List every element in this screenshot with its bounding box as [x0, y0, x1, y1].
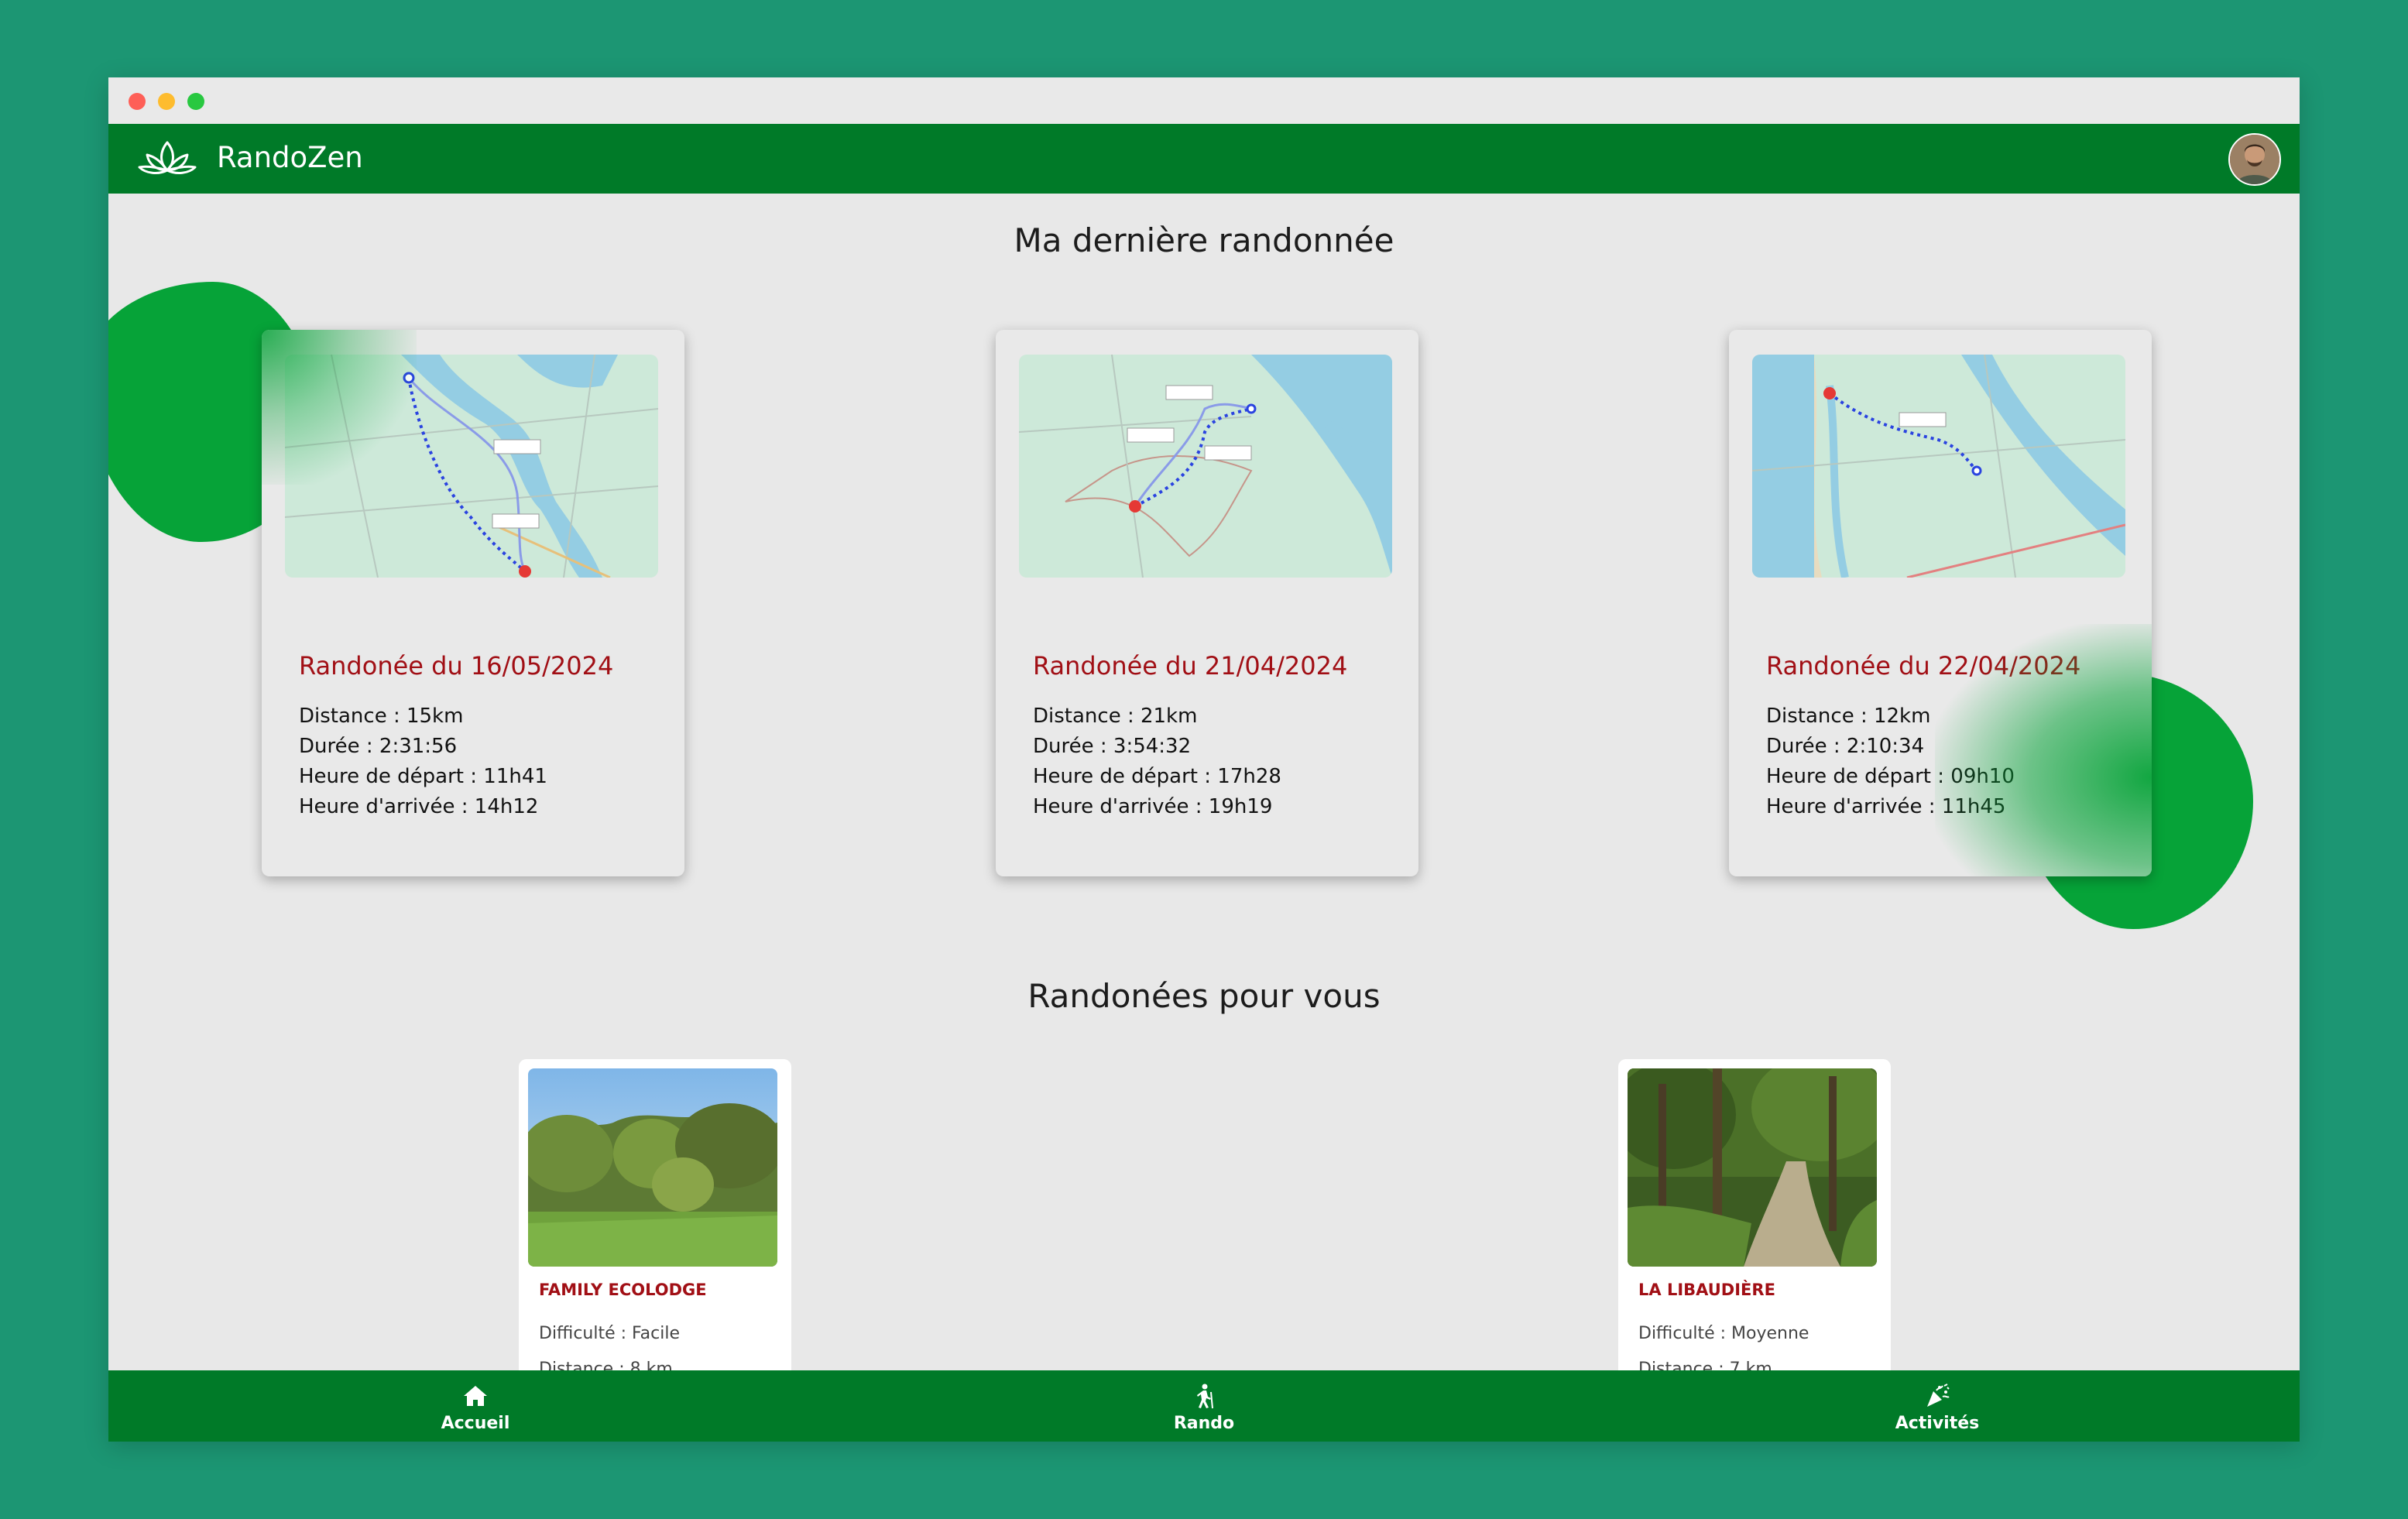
- trail-difficulty: Difficulté : Moyenne: [1638, 1324, 1809, 1343]
- hike-departure: Heure de départ : 11h41: [299, 765, 547, 788]
- home-icon: [464, 1386, 487, 1406]
- nav-activites[interactable]: Activités: [1860, 1383, 2015, 1433]
- recommendation-card[interactable]: FAMILY ECOLODGE Difficulté : Facile Dist…: [519, 1059, 791, 1384]
- app-window: RandoZen Ma dernière randonnée Randonée …: [108, 77, 2300, 1442]
- app-header: RandoZen: [108, 124, 2300, 194]
- route-map[interactable]: [1752, 355, 2125, 578]
- window-titlebar: [108, 77, 2300, 124]
- nav-label: Rando: [1173, 1414, 1235, 1433]
- hike-title: Randonée du 16/05/2024: [299, 651, 614, 681]
- nav-label: Activités: [1895, 1414, 1980, 1433]
- bottom-navigation: Accueil Rando Activités: [108, 1370, 2300, 1442]
- nav-accueil[interactable]: Accueil: [398, 1383, 553, 1433]
- close-window-button[interactable]: [129, 93, 146, 110]
- hiker-icon: [1197, 1384, 1213, 1409]
- minimize-window-button[interactable]: [158, 93, 175, 110]
- hike-card[interactable]: Randonée du 22/04/2024 Distance : 12km D…: [1729, 330, 2152, 876]
- hike-departure: Heure de départ : 17h28: [1033, 765, 1281, 788]
- decorative-glow: [262, 330, 417, 485]
- party-icon: [1927, 1384, 1950, 1407]
- nav-rando[interactable]: Rando: [1127, 1383, 1281, 1433]
- decorative-glow: [1935, 624, 2152, 876]
- hike-duration: Durée : 2:31:56: [299, 735, 458, 758]
- nav-label: Accueil: [441, 1414, 510, 1433]
- maximize-window-button[interactable]: [187, 93, 204, 110]
- hike-distance: Distance : 15km: [299, 705, 464, 728]
- hike-card[interactable]: Randonée du 16/05/2024 Distance : 15km D…: [262, 330, 684, 876]
- hike-duration: Durée : 3:54:32: [1033, 735, 1192, 758]
- route-map[interactable]: [1019, 355, 1392, 578]
- hike-arrival: Heure d'arrivée : 19h19: [1033, 795, 1273, 818]
- recommended-title: Randonées pour vous: [1027, 977, 1381, 1015]
- hike-card[interactable]: Randonée du 21/04/2024 Distance : 21km D…: [996, 330, 1418, 876]
- lotus-logo-icon: [138, 141, 197, 174]
- trail-difficulty: Difficulté : Facile: [539, 1324, 681, 1343]
- trail-photo: [1628, 1068, 1877, 1267]
- recommendation-card[interactable]: LA LIBAUDIÈRE Difficulté : Moyenne Dista…: [1618, 1059, 1891, 1384]
- hike-arrival: Heure d'arrivée : 14h12: [299, 795, 539, 818]
- app-name: RandoZen: [217, 141, 363, 174]
- trail-name: LA LIBAUDIÈRE: [1638, 1281, 1775, 1299]
- hike-distance: Distance : 21km: [1033, 705, 1198, 728]
- trail-name: FAMILY ECOLODGE: [539, 1281, 707, 1299]
- last-hike-title: Ma dernière randonnée: [1014, 221, 1394, 259]
- user-avatar[interactable]: [2228, 133, 2281, 186]
- trail-photo: [528, 1068, 777, 1267]
- hike-info: Distance : 21km Durée : 3:54:32 Heure de…: [1033, 701, 1281, 822]
- hike-info: Distance : 15km Durée : 2:31:56 Heure de…: [299, 701, 547, 822]
- hike-title: Randonée du 21/04/2024: [1033, 651, 1348, 681]
